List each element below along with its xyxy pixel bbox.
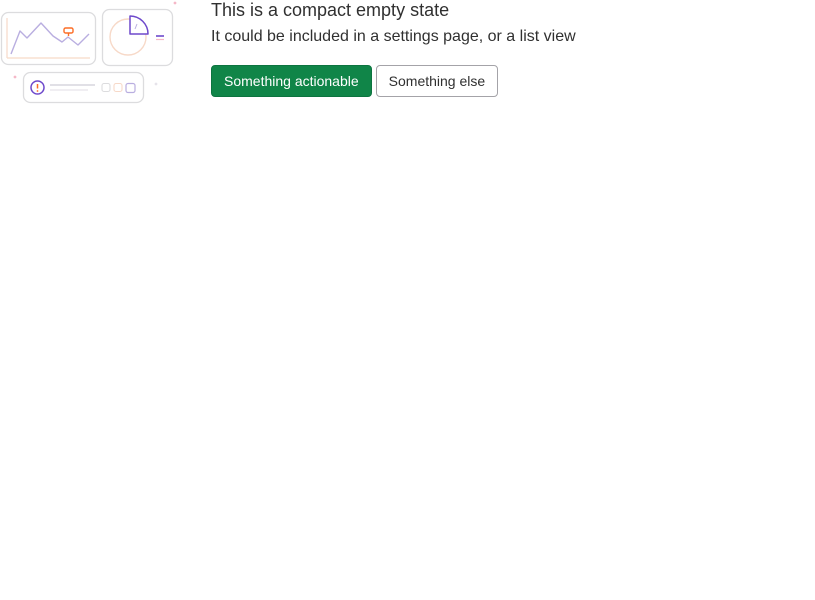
empty-state-description: It could be included in a settings page,… (211, 28, 576, 45)
empty-state-content: This is a compact empty state It could b… (211, 0, 576, 97)
line-chart-card-icon (0, 11, 97, 66)
decorative-dot-icon (154, 82, 158, 86)
empty-state-title: This is a compact empty state (211, 0, 450, 20)
empty-state-actions: Something actionable Something else (211, 65, 576, 97)
empty-state-illustration (0, 1, 177, 104)
decorative-dot-icon (173, 1, 177, 5)
decorative-dot-icon (13, 75, 17, 79)
secondary-action-button[interactable]: Something else (375, 65, 499, 97)
empty-state: This is a compact empty state It could b… (0, 0, 815, 600)
primary-action-button[interactable]: Something actionable (211, 65, 372, 97)
alert-bar-card-icon (22, 71, 145, 104)
pie-chart-card-icon (101, 8, 174, 67)
